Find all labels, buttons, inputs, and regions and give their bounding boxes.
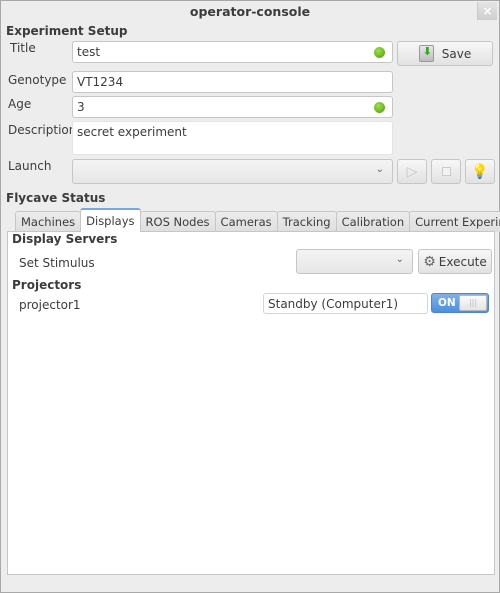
projector-status-field: Standby (Computer1) <box>263 293 428 314</box>
execute-button[interactable]: ⚙ Execute <box>418 249 492 274</box>
title-value: test <box>77 45 101 59</box>
age-label: Age <box>8 97 32 111</box>
title-status-indicator-icon <box>374 47 385 58</box>
tab-cameras[interactable]: Cameras <box>214 211 278 232</box>
description-value: secret experiment <box>77 125 187 139</box>
status-tabs: Machines Displays ROS Nodes Cameras Trac… <box>15 208 500 232</box>
set-stimulus-label: Set Stimulus <box>19 256 95 270</box>
stop-icon <box>441 167 451 176</box>
save-button[interactable]: ⬇ Save <box>397 41 493 66</box>
age-input[interactable]: 3 <box>72 96 393 118</box>
genotype-label: Genotype <box>8 73 67 87</box>
play-icon: ▷ <box>406 163 418 180</box>
save-icon: ⬇ <box>418 45 434 62</box>
projector-status: Standby (Computer1) <box>268 297 399 311</box>
projector-power-toggle[interactable]: ON ||| <box>431 293 489 313</box>
operator-console-window: operator-console × Experiment Setup Titl… <box>0 0 500 593</box>
gears-icon: ⚙ <box>423 253 436 270</box>
experiment-setup-heading: Experiment Setup <box>6 24 128 38</box>
description-input[interactable]: secret experiment <box>72 121 393 155</box>
tab-ros-nodes[interactable]: ROS Nodes <box>139 211 216 232</box>
launch-combobox[interactable]: ⌄ <box>72 159 393 184</box>
tab-displays[interactable]: Displays <box>80 208 141 232</box>
lightbulb-button[interactable]: 💡 <box>465 159 495 184</box>
lightbulb-icon: 💡 <box>471 163 489 180</box>
stop-button[interactable] <box>431 159 461 184</box>
projector-name: projector1 <box>19 298 81 312</box>
toggle-knob[interactable]: ||| <box>459 295 487 311</box>
tab-calibration[interactable]: Calibration <box>335 211 411 232</box>
tab-current-experiment[interactable]: Current Experiment <box>409 211 500 232</box>
save-label: Save <box>441 46 472 61</box>
play-button[interactable]: ▷ <box>397 159 427 184</box>
chevron-down-icon: ⌄ <box>395 254 404 265</box>
title-input[interactable]: test <box>72 41 393 63</box>
age-value: 3 <box>77 100 85 114</box>
title-label: Title <box>10 41 36 55</box>
close-icon[interactable]: × <box>477 2 497 20</box>
window-title: operator-console <box>189 4 311 19</box>
projectors-heading: Projectors <box>12 278 82 292</box>
tab-machines[interactable]: Machines <box>15 211 82 232</box>
flycave-status-heading: Flycave Status <box>6 191 106 205</box>
tab-tracking[interactable]: Tracking <box>276 211 337 232</box>
description-label: Description <box>8 123 77 137</box>
genotype-value: VT1234 <box>77 75 124 89</box>
toggle-on-label: ON <box>438 297 456 309</box>
stimulus-combobox[interactable]: ⌄ <box>296 249 413 274</box>
chevron-down-icon: ⌄ <box>375 164 384 175</box>
execute-label: Execute <box>438 254 487 269</box>
display-servers-heading: Display Servers <box>12 232 118 246</box>
genotype-input[interactable]: VT1234 <box>72 71 393 93</box>
launch-label: Launch <box>8 159 52 173</box>
age-status-indicator-icon <box>374 102 385 113</box>
